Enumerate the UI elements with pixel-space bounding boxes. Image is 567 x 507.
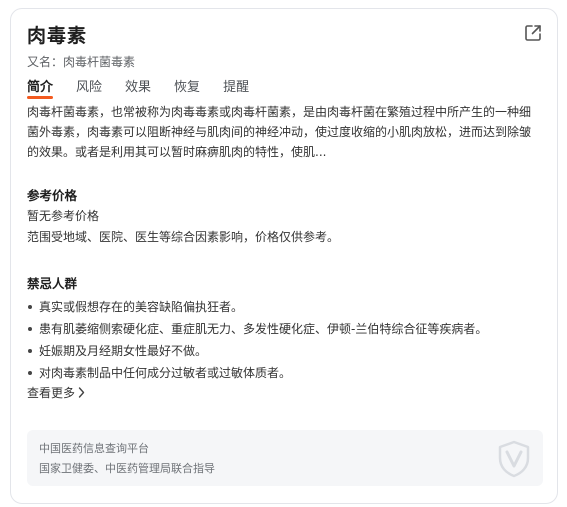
page-title: 肉毒素 xyxy=(27,25,88,47)
chevron-right-icon xyxy=(78,387,85,398)
summary-text: 肉毒杆菌毒素，也常被称为肉毒毒素或肉毒杆菌素，是由肉毒杆菌在繁殖过程中所产生的一… xyxy=(27,105,532,159)
source-authority: 国家卫健委、中医药管理局联合指导 xyxy=(39,462,215,475)
tab-intro[interactable]: 简介 xyxy=(27,76,54,99)
alias-text: 又名：肉毒杆菌毒素 xyxy=(27,55,136,69)
price-heading: 参考价格 xyxy=(27,188,78,203)
tab-effect[interactable]: 效果 xyxy=(125,76,151,95)
list-item: 真实或假想存在的美容缺陷偏执狂者。 xyxy=(27,296,487,318)
contraindication-list: 真实或假想存在的美容缺陷偏执狂者。 患有肌萎缩侧索硬化症、重症肌无力、多发性硬化… xyxy=(27,296,487,384)
source-footer: 中国医药信息查询平台 国家卫健委、中医药管理局联合指导 xyxy=(27,430,543,486)
list-item: 妊娠期及月经期女性最好不做。 xyxy=(27,340,487,362)
contraindication-heading: 禁忌人群 xyxy=(27,276,78,291)
encyclopedia-card: 肉毒素 又名：肉毒杆菌毒素 简介 风险 效果 恢复 提醒 肉毒杆菌毒素，也常被称… xyxy=(10,8,558,504)
tab-reminder[interactable]: 提醒 xyxy=(223,76,249,95)
source-platform: 中国医药信息查询平台 xyxy=(39,442,149,455)
see-more-link[interactable]: 查看更多 xyxy=(27,384,85,401)
list-item: 患有肌萎缩侧索硬化症、重症肌无力、多发性硬化症、伊顿-兰伯特综合征等疾病者。 xyxy=(27,318,487,340)
tab-risk[interactable]: 风险 xyxy=(76,76,102,95)
external-link-icon[interactable] xyxy=(523,23,543,43)
tab-recovery[interactable]: 恢复 xyxy=(174,76,200,95)
price-value: 暂无参考价格 xyxy=(27,209,100,223)
list-item: 对肉毒素制品中任何成分过敏者或过敏体质者。 xyxy=(27,362,487,384)
price-note: 范围受地域、医院、医生等综合因素影响，价格仅供参考。 xyxy=(27,230,340,244)
shield-v-icon xyxy=(498,440,530,478)
see-more-label: 查看更多 xyxy=(27,386,76,400)
tab-bar: 简介 风险 效果 恢复 提醒 xyxy=(27,76,272,99)
